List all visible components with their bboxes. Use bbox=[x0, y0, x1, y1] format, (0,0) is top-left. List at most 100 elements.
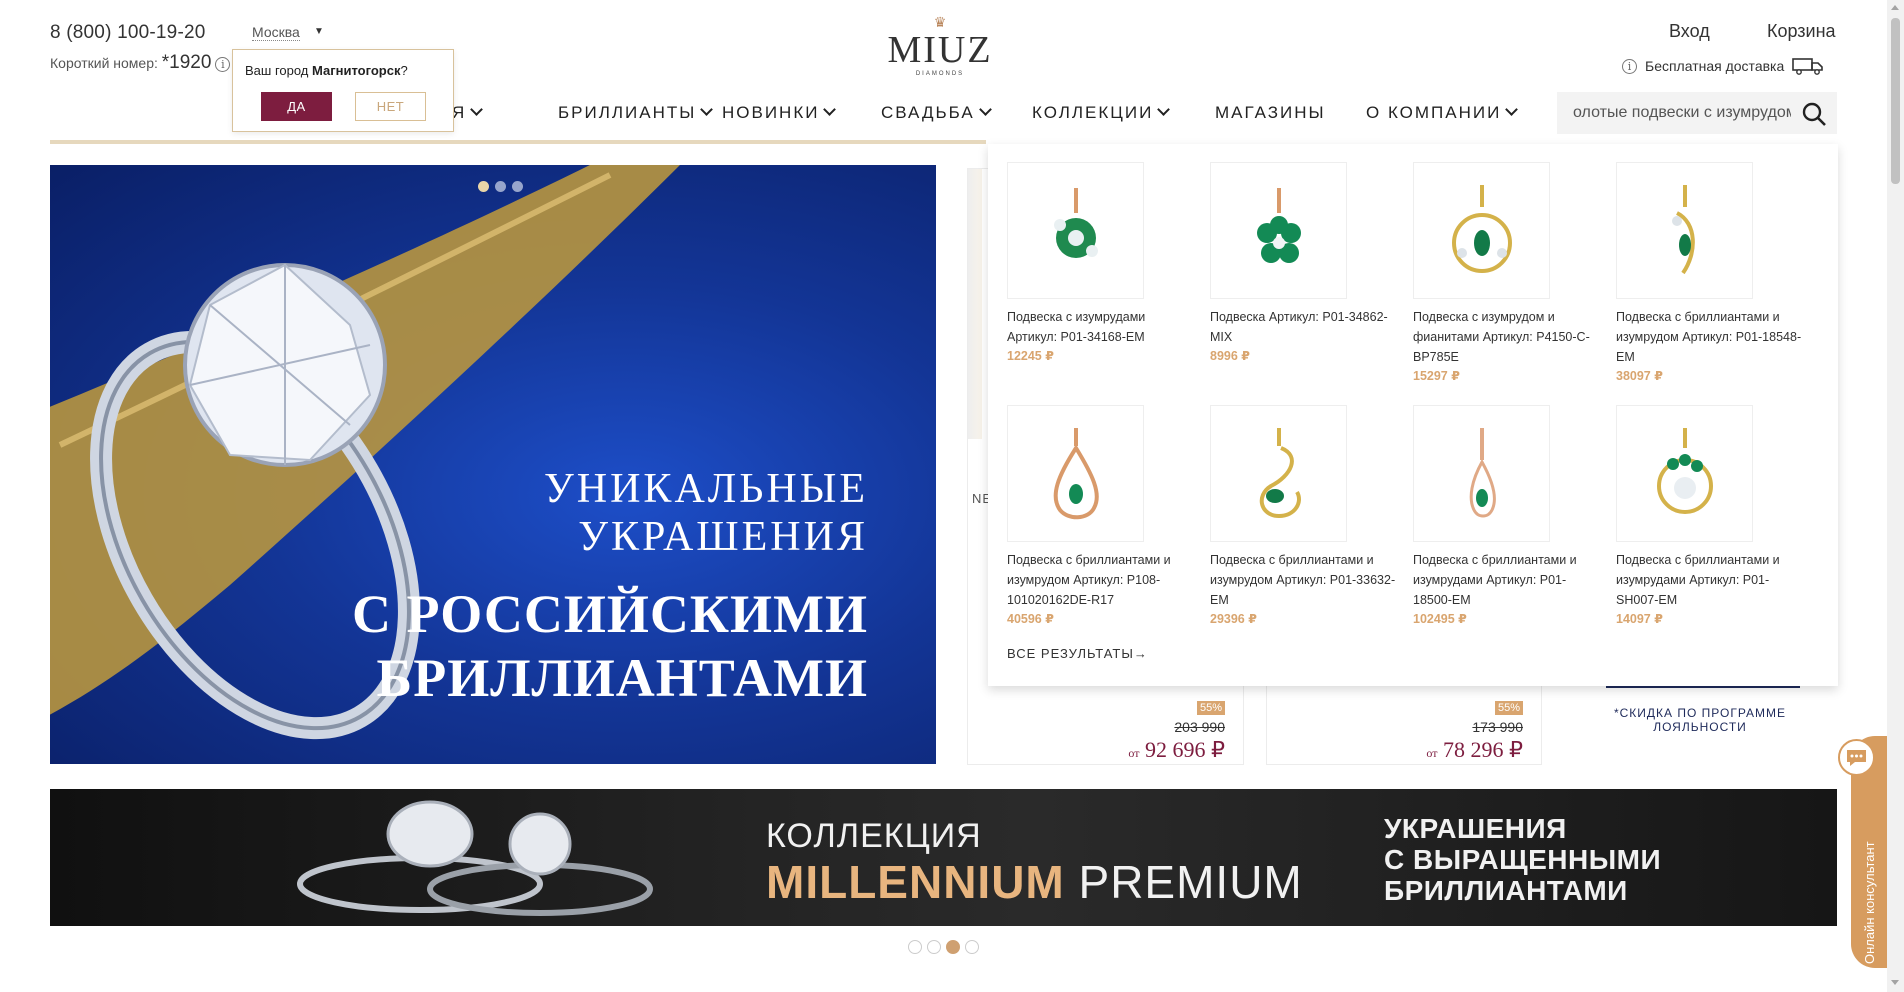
search-box bbox=[1557, 92, 1837, 134]
pendant-oval-icon bbox=[1413, 162, 1550, 299]
search-result-title: Подвеска с изумрудом и фианитами Артикул… bbox=[1413, 310, 1590, 364]
search-result-item[interactable]: Подвеска с изумрудами Артикул: Р01-34168… bbox=[1007, 162, 1197, 365]
city-selector[interactable]: Москва bbox=[252, 24, 300, 41]
chevron-down-icon bbox=[1157, 103, 1171, 116]
search-result-price: 15297 ₽ bbox=[1413, 369, 1460, 383]
banner-carousel-dots bbox=[908, 940, 979, 954]
search-result-price: 40596 ₽ bbox=[1007, 612, 1054, 626]
carousel-dot[interactable] bbox=[512, 181, 523, 192]
chevron-down-icon bbox=[978, 103, 992, 116]
search-result-title: Подвеска с изумрудами Артикул: Р01-34168… bbox=[1007, 310, 1146, 344]
city-no-button[interactable]: НЕТ bbox=[355, 92, 426, 121]
discount-badge: 55% bbox=[1494, 701, 1523, 715]
all-results-link[interactable]: ВСЕ РЕЗУЛЬТАТЫ→ bbox=[1007, 646, 1148, 661]
discount-badge: 55% bbox=[1196, 701, 1225, 715]
search-result-item[interactable]: Подвеска с бриллиантами и изумрудом Арти… bbox=[1210, 405, 1400, 628]
search-result-title: Подвеска с бриллиантами и изумрудом Арти… bbox=[1616, 310, 1802, 364]
search-result-title: Подвеска с бриллиантами и изумрудом Арти… bbox=[1210, 553, 1396, 607]
short-number-label: Короткий номер: bbox=[50, 55, 158, 71]
banner-line-1: КОЛЛЕКЦИЯ bbox=[766, 817, 982, 855]
product-price: от 78 296 ₽ bbox=[1426, 737, 1523, 762]
nav-item-collections[interactable]: КОЛЛЕКЦИИ bbox=[1032, 103, 1171, 123]
search-result-item[interactable]: Подвеска с бриллиантами и изумрудами Арт… bbox=[1616, 405, 1806, 628]
login-link[interactable]: Вход bbox=[1669, 21, 1710, 42]
phone-number[interactable]: 8 (800) 100-19-20 bbox=[50, 22, 206, 44]
pendant-flower-icon bbox=[1007, 162, 1144, 299]
short-number-value: *1920 bbox=[161, 52, 212, 73]
search-icon[interactable] bbox=[1801, 101, 1827, 127]
search-result-item[interactable]: Подвеска с бриллиантами и изумрудом Арти… bbox=[1616, 162, 1806, 385]
nav-item-stores[interactable]: МАГАЗИНЫ bbox=[1215, 103, 1326, 123]
free-delivery[interactable]: i Бесплатная доставка bbox=[1622, 57, 1824, 75]
info-icon: i bbox=[1622, 58, 1637, 74]
pendant-flower-icon bbox=[1210, 162, 1347, 299]
search-result-item[interactable]: Подвеска с бриллиантами и изумрудом Арти… bbox=[1007, 405, 1197, 628]
carousel-dot[interactable] bbox=[946, 940, 960, 954]
nav-item-wedding[interactable]: СВАДЬБА bbox=[881, 103, 992, 123]
search-result-price: 38097 ₽ bbox=[1616, 369, 1663, 383]
search-input[interactable] bbox=[1573, 102, 1791, 124]
pendant-swan-icon bbox=[1210, 405, 1347, 542]
hero-line-1: УНИКАЛЬНЫЕ bbox=[544, 466, 868, 512]
chevron-down-icon bbox=[470, 103, 484, 116]
search-result-price: 12245 ₽ bbox=[1007, 349, 1054, 363]
city-yes-button[interactable]: ДА bbox=[261, 92, 332, 121]
banner-right-line-1: УКРАШЕНИЯ bbox=[1384, 813, 1567, 844]
search-result-item[interactable]: Подвеска с изумрудом и фианитами Артикул… bbox=[1413, 162, 1603, 385]
banner-line-2: MILLENNIUM PREMIUM bbox=[766, 856, 1303, 908]
carousel-dot[interactable] bbox=[908, 940, 922, 954]
banner-right-line-3: БРИЛЛИАНТАМИ bbox=[1384, 875, 1628, 906]
logo-subtitle: DIAMONDS bbox=[915, 71, 965, 77]
short-number: Короткий номер: *1920 i bbox=[50, 52, 231, 74]
hero-carousel-dots bbox=[478, 181, 523, 192]
city-question: Ваш город Магнитогорск? bbox=[245, 63, 408, 78]
hero-banner[interactable]: УНИКАЛЬНЫЕ УКРАШЕНИЯ С РОССИЙСКИМИ БРИЛЛ… bbox=[50, 165, 936, 764]
search-result-item[interactable]: Подвеска с бриллиантами и изумрудами Арт… bbox=[1413, 405, 1603, 628]
search-results-dropdown: Подвеска с изумрудами Артикул: Р01-34168… bbox=[988, 144, 1838, 686]
loyalty-note: *СКИДКА ПО ПРОГРАММЕ ЛОЯЛЬНОСТИ bbox=[1613, 706, 1787, 734]
chevron-down-icon bbox=[700, 103, 714, 116]
scroll-up-icon[interactable] bbox=[1891, 5, 1899, 10]
delivery-label: Бесплатная доставка bbox=[1645, 58, 1785, 74]
nav-item-diamonds[interactable]: БРИЛЛИАНТЫ bbox=[558, 103, 714, 123]
logo[interactable]: ♛ MIUZ DIAMONDS bbox=[880, 14, 1000, 78]
rings-image bbox=[297, 800, 653, 916]
carousel-dot[interactable] bbox=[495, 181, 506, 192]
page-scrollbar[interactable] bbox=[1887, 0, 1904, 992]
search-result-item[interactable]: Подвеска Артикул: Р01-34862-MIX 8996 ₽ bbox=[1210, 162, 1400, 365]
search-result-title: Подвеска с бриллиантами и изумрудами Арт… bbox=[1413, 553, 1577, 607]
chat-icon[interactable] bbox=[1838, 739, 1875, 776]
crown-icon: ♛ bbox=[933, 14, 947, 30]
pendant-drop-icon bbox=[1413, 405, 1550, 542]
product-price: от 92 696 ₽ bbox=[1128, 737, 1225, 762]
caret-down-icon[interactable]: ▼ bbox=[314, 26, 324, 37]
carousel-dot[interactable] bbox=[927, 940, 941, 954]
search-result-price: 8996 ₽ bbox=[1210, 349, 1250, 363]
search-result-title: Подвеска Артикул: Р01-34862-MIX bbox=[1210, 310, 1388, 344]
search-result-title: Подвеска с бриллиантами и изумрудом Арти… bbox=[1007, 553, 1171, 607]
nav-item-jewelry[interactable]: Я bbox=[452, 103, 484, 123]
nav-item-about[interactable]: О КОМПАНИИ bbox=[1366, 103, 1519, 123]
product-image bbox=[968, 169, 982, 439]
cart-link[interactable]: Корзина bbox=[1767, 21, 1836, 42]
pendant-swirl-icon bbox=[1616, 405, 1753, 542]
city-confirm-popup: Ваш город Магнитогорск? ДА НЕТ bbox=[232, 49, 454, 132]
chevron-down-icon bbox=[823, 103, 837, 116]
carousel-dot[interactable] bbox=[965, 940, 979, 954]
detected-city: Магнитогорск bbox=[312, 63, 401, 78]
search-result-price: 102495 ₽ bbox=[1413, 612, 1467, 626]
info-icon[interactable]: i bbox=[215, 56, 231, 72]
scroll-thumb[interactable] bbox=[1891, 18, 1900, 184]
search-result-title: Подвеска с бриллиантами и изумрудами Арт… bbox=[1616, 553, 1780, 607]
nav-item-new[interactable]: НОВИНКИ bbox=[722, 103, 837, 123]
nav-underline bbox=[50, 140, 986, 144]
carousel-dot[interactable] bbox=[478, 181, 489, 192]
scroll-down-icon[interactable] bbox=[1891, 980, 1899, 985]
chevron-down-icon bbox=[1505, 103, 1519, 116]
collection-banner[interactable]: КОЛЛЕКЦИЯ MILLENNIUM PREMIUM УКРАШЕНИЯ С… bbox=[50, 789, 1837, 926]
loyalty-divider bbox=[1606, 686, 1800, 688]
logo-name: MIUZ bbox=[887, 29, 993, 71]
hero-line-3: С РОССИЙСКИМИ bbox=[352, 584, 868, 644]
search-result-price: 14097 ₽ bbox=[1616, 612, 1663, 626]
pendant-leaf-icon bbox=[1616, 162, 1753, 299]
